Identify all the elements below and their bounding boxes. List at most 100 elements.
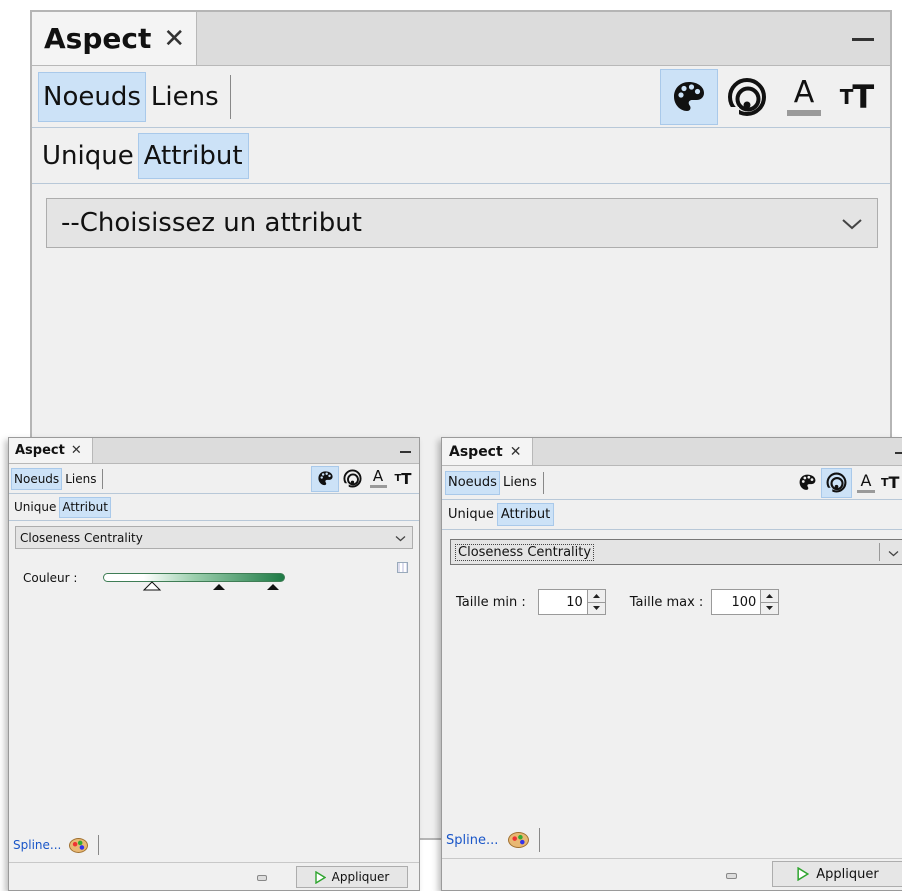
tab-aspect[interactable]: Aspect ✕ xyxy=(32,12,197,65)
combo-divider xyxy=(879,543,880,561)
keyboard-icon xyxy=(726,873,737,879)
mode-attribute-label: Attribut xyxy=(500,507,551,522)
palette-editor-icon[interactable] xyxy=(397,562,408,573)
label-size-icon[interactable]: TT xyxy=(391,466,415,492)
tab-links[interactable]: Liens xyxy=(500,471,540,495)
panel-tab-bar: Aspect ✕ xyxy=(9,438,419,464)
color-palette-icon[interactable] xyxy=(793,468,821,498)
apply-button[interactable]: Appliquer xyxy=(772,861,902,887)
tab-nodes-label: Noeuds xyxy=(43,81,141,112)
tab-title: Aspect xyxy=(449,443,503,460)
attribute-select[interactable]: Closeness Centrality xyxy=(15,526,413,549)
close-icon[interactable]: ✕ xyxy=(71,443,82,458)
minimize-icon[interactable] xyxy=(895,451,902,454)
size-icon[interactable] xyxy=(339,466,365,492)
attribute-select[interactable]: Closeness Centrality xyxy=(450,539,902,565)
mode-unique-label: Unique xyxy=(14,500,57,514)
mode-row: Unique Attribut xyxy=(9,494,419,521)
minimize-icon[interactable] xyxy=(852,37,874,41)
palette-icon[interactable] xyxy=(69,837,89,853)
gradient-stop-end xyxy=(267,584,279,590)
mode-unique-label: Unique xyxy=(448,507,494,522)
tab-nodes[interactable]: Noeuds xyxy=(38,71,146,122)
appearance-panel-color: Aspect ✕ Noeuds Liens A TT Unique Attrib… xyxy=(8,437,420,891)
gradient-stop-markers xyxy=(142,581,279,591)
decrement-icon[interactable] xyxy=(587,601,605,614)
max-size-arrows[interactable] xyxy=(760,590,779,614)
apply-bar: Appliquer xyxy=(9,862,419,890)
tab-aspect[interactable]: Aspect ✕ xyxy=(442,438,533,465)
mode-unique[interactable]: Unique xyxy=(11,497,59,518)
min-size-spinner[interactable]: 10 xyxy=(537,589,606,615)
spline-link[interactable]: Spline... xyxy=(446,833,498,848)
max-size-label: Taille max : xyxy=(629,594,704,610)
tab-nodes[interactable]: Noeuds xyxy=(11,467,63,490)
separator xyxy=(539,828,541,852)
color-palette-icon[interactable] xyxy=(311,465,339,492)
tab-links-label: Liens xyxy=(502,475,537,490)
spline-link[interactable]: Spline... xyxy=(13,838,61,852)
target-row: Noeuds Liens A TT xyxy=(32,66,890,128)
apply-bar: Appliquer xyxy=(442,858,902,890)
max-size-value[interactable]: 100 xyxy=(712,595,760,610)
color-label: Couleur : xyxy=(23,571,78,585)
label-size-icon[interactable]: TT xyxy=(832,69,882,125)
keyboard-icon xyxy=(257,875,267,881)
tab-links-label: Liens xyxy=(150,81,219,112)
increment-icon[interactable] xyxy=(587,590,605,602)
tab-aspect[interactable]: Aspect ✕ xyxy=(9,438,93,463)
close-icon[interactable]: ✕ xyxy=(163,24,185,54)
minimize-icon[interactable] xyxy=(400,450,411,453)
apply-button[interactable]: Appliquer xyxy=(296,866,408,888)
separator xyxy=(229,74,231,119)
mode-attribute-label: Attribut xyxy=(143,140,243,171)
max-size-spinner[interactable]: 100 xyxy=(711,589,780,615)
separator xyxy=(98,835,100,855)
panel-tab-bar: Aspect ✕ xyxy=(32,12,890,66)
chevron-down-icon xyxy=(888,551,899,557)
tab-links[interactable]: Liens xyxy=(146,72,224,122)
mode-attribute[interactable]: Attribut xyxy=(496,503,555,526)
size-icon[interactable] xyxy=(718,69,776,125)
tab-nodes-label: Noeuds xyxy=(448,475,497,490)
tab-links-label: Liens xyxy=(65,471,97,486)
size-controls: Taille min : 10 Taille max : 100 xyxy=(456,589,780,615)
tab-nodes-label: Noeuds xyxy=(14,471,60,486)
tab-links[interactable]: Liens xyxy=(62,468,99,490)
mode-unique[interactable]: Unique xyxy=(445,503,497,526)
tab-nodes[interactable]: Noeuds xyxy=(445,470,500,495)
target-row: Noeuds Liens A TT xyxy=(442,466,902,500)
palette-icon[interactable] xyxy=(508,832,530,848)
apply-button-label: Appliquer xyxy=(816,866,879,882)
mode-attribute[interactable]: Attribut xyxy=(59,496,111,518)
mode-attribute[interactable]: Attribut xyxy=(137,132,249,179)
mode-row: Unique Attribut xyxy=(442,500,902,530)
spline-bar: Spline... xyxy=(442,824,541,856)
label-size-icon[interactable]: TT xyxy=(880,468,902,498)
label-color-icon[interactable]: A xyxy=(776,69,832,125)
play-icon xyxy=(314,870,326,884)
target-row: Noeuds Liens A TT xyxy=(9,464,419,494)
mode-attribute-label: Attribut xyxy=(62,500,108,514)
attribute-select[interactable]: --Choisissez un attribut xyxy=(46,198,878,248)
play-icon xyxy=(797,867,810,881)
tab-title: Aspect xyxy=(44,22,152,55)
size-icon[interactable] xyxy=(821,467,852,498)
increment-icon[interactable] xyxy=(761,590,779,602)
min-size-value[interactable]: 10 xyxy=(539,595,587,610)
panel-tab-bar: Aspect ✕ xyxy=(442,438,902,466)
color-palette-icon[interactable] xyxy=(660,68,718,125)
chevron-down-icon xyxy=(395,536,406,542)
attribute-select-value: Closeness Centrality xyxy=(20,530,143,545)
tab-title: Aspect xyxy=(15,443,65,458)
separator xyxy=(542,471,544,494)
label-color-icon[interactable]: A xyxy=(852,468,880,498)
close-icon[interactable]: ✕ xyxy=(510,444,522,460)
apply-button-label: Appliquer xyxy=(331,870,390,884)
min-size-arrows[interactable] xyxy=(586,590,605,614)
mode-row: Unique Attribut xyxy=(32,128,890,184)
appearance-panel-size: Aspect ✕ Noeuds Liens A TT Unique Attrib… xyxy=(441,437,902,891)
mode-unique[interactable]: Unique xyxy=(38,133,138,179)
label-color-icon[interactable]: A xyxy=(365,466,391,492)
decrement-icon[interactable] xyxy=(761,601,779,614)
